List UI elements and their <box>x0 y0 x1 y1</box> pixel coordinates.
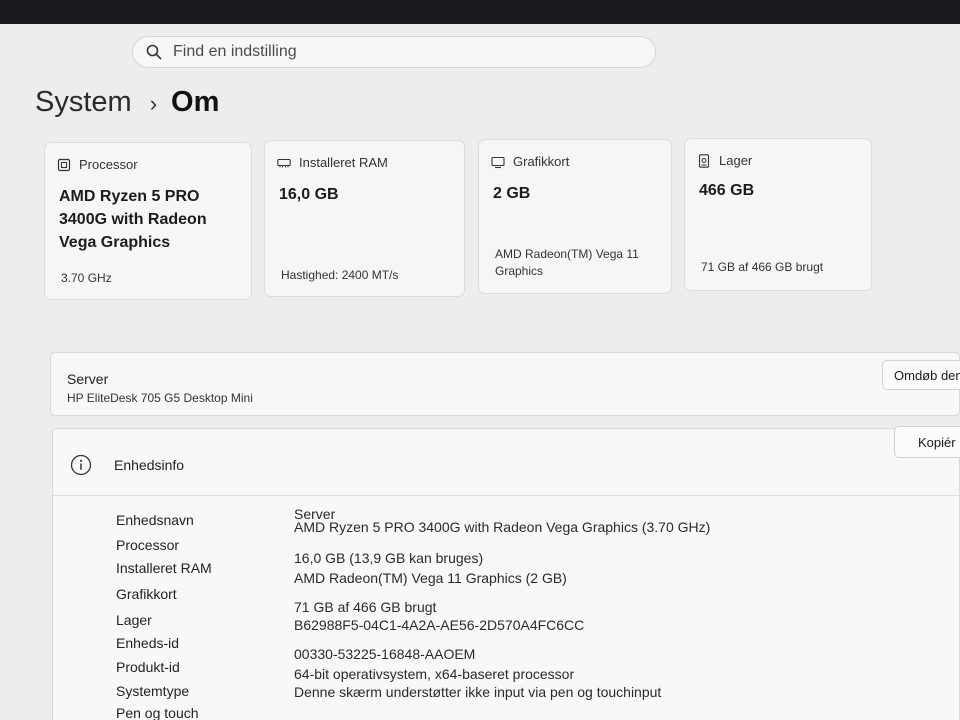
processor-card-header: Processor <box>57 157 138 172</box>
spec-value: AMD Ryzen 5 PRO 3400G with Radeon Vega G… <box>294 519 711 535</box>
processor-value-line: 3400G with Radeon <box>59 211 207 228</box>
graphics-model-line: AMD Radeon(TM) Vega 11 <box>495 247 639 261</box>
processor-card-title: Processor <box>79 157 138 172</box>
breadcrumb-system[interactable]: System <box>35 86 132 119</box>
spec-value: 71 GB af 466 GB brugt <box>294 599 437 615</box>
drive-icon <box>697 153 711 168</box>
device-specs-header[interactable]: Enhedsinfo <box>70 454 184 476</box>
graphics-card-header: Grafikkort <box>491 154 569 169</box>
memory-icon <box>277 156 291 170</box>
spec-label: Processor <box>116 537 180 553</box>
processor-card-value: AMD Ryzen 5 PRO 3400G with Radeon Vega G… <box>59 185 207 254</box>
breadcrumb: System › Om <box>35 86 219 119</box>
ram-card-header: Installeret RAM <box>277 155 388 170</box>
device-name-panel: Server HP EliteDesk 705 G5 Desktop Mini <box>50 352 960 416</box>
ram-card: Installeret RAM 16,0 GB Hastighed: 2400 … <box>264 140 465 297</box>
settings-window: System › Om Processor AMD Ryzen 5 PRO 34… <box>0 24 960 720</box>
ram-card-value: 16,0 GB <box>279 183 339 206</box>
page-title: Om <box>171 86 220 118</box>
device-name: Server <box>67 371 109 387</box>
graphics-value-line: 2 GB <box>493 185 531 202</box>
storage-card: Lager 466 GB 71 GB af 466 GB brugt <box>684 138 872 291</box>
spec-value: 00330-53225-16848-AAOEM <box>294 646 476 662</box>
ram-value-line: 16,0 GB <box>279 186 339 203</box>
ram-card-title: Installeret RAM <box>299 155 388 170</box>
graphics-model-line: Graphics <box>495 264 544 278</box>
spec-value: B62988F5-04C1-4A2A-AE56-2D570A4FC6CC <box>294 617 585 633</box>
storage-card-value: 466 GB <box>699 179 754 202</box>
search-icon <box>145 43 163 61</box>
spec-label: Lager <box>116 612 152 628</box>
search-box[interactable] <box>132 36 656 68</box>
chip-icon <box>57 158 71 172</box>
spec-value: AMD Radeon(TM) Vega 11 Graphics (2 GB) <box>294 570 567 586</box>
spec-label: Produkt-id <box>116 659 180 675</box>
monitor-bezel <box>0 0 960 24</box>
divider <box>53 495 960 496</box>
processor-value-line: AMD Ryzen 5 PRO <box>59 188 200 205</box>
spec-label: Grafikkort <box>116 586 177 602</box>
info-icon <box>70 454 92 476</box>
graphics-card: Grafikkort 2 GB AMD Radeon(TM) Vega 11 G… <box>478 139 672 294</box>
ram-card-speed: Hastighed: 2400 MT/s <box>281 268 399 282</box>
spec-value: 64-bit operativsystem, x64-baseret proce… <box>294 666 575 682</box>
graphics-card-value: 2 GB <box>493 182 530 205</box>
spec-label: Systemtype <box>116 683 190 699</box>
storage-card-title: Lager <box>719 153 753 168</box>
device-specs-title: Enhedsinfo <box>114 457 185 473</box>
spec-label: Pen og touch <box>116 705 199 720</box>
processor-card: Processor AMD Ryzen 5 PRO 3400G with Rad… <box>44 142 252 300</box>
processor-value-line: Vega Graphics <box>59 234 171 251</box>
rename-button[interactable]: Omdøb den <box>882 360 960 390</box>
spec-label: Enheds-id <box>116 635 180 651</box>
device-model: HP EliteDesk 705 G5 Desktop Mini <box>67 391 253 405</box>
storage-value-line: 466 GB <box>699 182 755 199</box>
spec-label: Installeret RAM <box>116 560 212 576</box>
graphics-card-title: Grafikkort <box>513 154 570 169</box>
breadcrumb-chevron: › <box>149 91 158 116</box>
spec-value: 16,0 GB (13,9 GB kan bruges) <box>294 550 484 566</box>
storage-card-header: Lager <box>697 153 752 168</box>
spec-label: Enhedsnavn <box>116 512 194 528</box>
processor-card-speed: 3.70 GHz <box>61 271 112 285</box>
graphics-card-model: AMD Radeon(TM) Vega 11 Graphics <box>495 246 639 280</box>
copy-button[interactable]: Kopiér <box>894 426 960 458</box>
storage-card-usage: 71 GB af 466 GB brugt <box>701 260 824 274</box>
display-icon <box>491 155 505 169</box>
spec-value: Denne skærm understøtter ikke input via … <box>294 684 662 700</box>
search-input[interactable] <box>173 43 613 61</box>
